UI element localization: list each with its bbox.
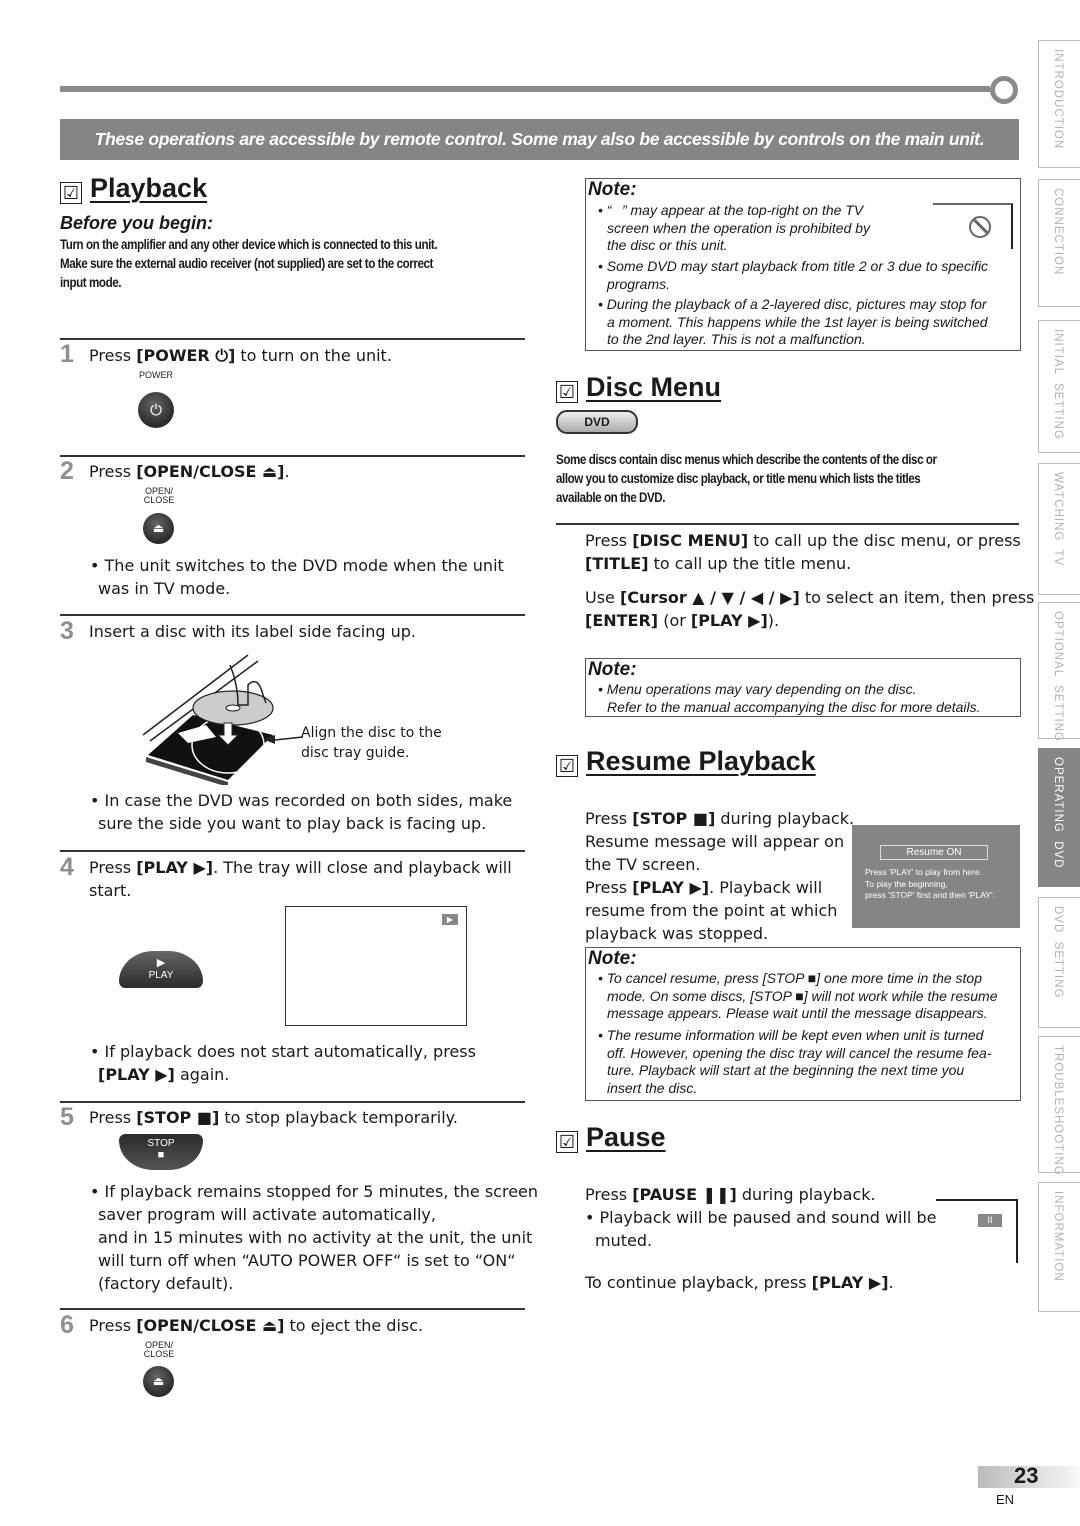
tab-operating-dvd[interactable]: OPERATING DVD	[1038, 748, 1080, 887]
tv-screen-illustration: ▶	[285, 906, 467, 1026]
play-indicator-icon: ▶	[442, 914, 458, 925]
divider	[556, 523, 1019, 525]
resume-screen-illustration: Resume ON Press 'PLAY' to play from here…	[852, 825, 1020, 928]
disc-insert-illustration	[142, 654, 304, 785]
step-number: 1	[60, 340, 74, 368]
language-label: EN	[996, 1492, 1015, 1507]
open-close-button-label: OPEN/CLOSE	[143, 1340, 175, 1359]
open-close-button-label: OPEN/CLOSE	[143, 486, 175, 505]
page-number: 23	[978, 1464, 1080, 1488]
step-4-bullet: • If playback does not start automatical…	[90, 1042, 476, 1084]
note-box-resume: Note: • To cancel resume, press [STOP ■]…	[585, 947, 1021, 1101]
header-rule	[60, 86, 990, 92]
dvd-badge: DVD	[556, 410, 638, 434]
pause-screen-illustration: II	[936, 1199, 1018, 1263]
tab-troubleshooting[interactable]: TROUBLESHOOTING	[1038, 1036, 1080, 1176]
power-button[interactable]: ⏻	[138, 392, 174, 428]
checkbox-icon: ☑	[60, 182, 82, 204]
tab-watching-tv[interactable]: WATCHING TV	[1038, 463, 1080, 595]
step-1-text: Press [POWER ⏻] to turn on the unit.	[89, 346, 392, 365]
checkbox-icon: ☑	[556, 755, 578, 777]
disc-menu-intro: Some discs contain disc menus which desc…	[556, 452, 937, 505]
divider	[60, 1308, 525, 1310]
pause-instructions: Press [PAUSE ❚❚] during playback. • Play…	[585, 1185, 937, 1250]
divider	[60, 1101, 525, 1103]
divider	[60, 455, 525, 457]
disc-tray-callout: Align the disc to the disc tray guide.	[301, 725, 442, 761]
stop-icon: ■	[157, 1149, 165, 1161]
note-box-disc-menu: Note: • Menu operations may vary dependi…	[585, 658, 1021, 717]
open-close-button[interactable]: ⏏	[143, 513, 174, 544]
before-you-begin-text: Turn on the amplifier and any other devi…	[60, 237, 438, 290]
step-number: 6	[60, 1311, 74, 1339]
tab-information[interactable]: INFORMATION	[1038, 1182, 1080, 1312]
resume-on-message: Resume ON	[880, 845, 988, 860]
step-number: 4	[60, 853, 74, 881]
step-2-bullet: • The unit switches to the DVD mode when…	[90, 556, 504, 598]
step-5-text: Press [STOP ■] to stop playback temporar…	[89, 1108, 458, 1127]
tab-dvd-setting[interactable]: DVD SETTING	[1038, 897, 1080, 1028]
power-icon: ⏻	[150, 401, 162, 419]
continue-playback-text: To continue playback, press [PLAY ▶].	[585, 1273, 894, 1292]
note-box-playback: Note: • “⃠” may appear at the top-right …	[585, 178, 1021, 351]
header-rule-knob	[990, 76, 1018, 104]
step-6-text: Press [OPEN/CLOSE ⏏] to eject the disc.	[89, 1316, 424, 1335]
power-button-label: POWER	[138, 370, 173, 380]
eject-icon: ⏏	[152, 1374, 165, 1388]
pause-indicator-icon: II	[978, 1214, 1002, 1227]
step-5-bullet: • If playback remains stopped for 5 minu…	[90, 1182, 539, 1293]
tab-initial-setting[interactable]: INITIAL SETTING	[1038, 320, 1080, 453]
step-number: 5	[60, 1103, 74, 1131]
open-close-button[interactable]: ⏏	[143, 1366, 174, 1397]
checkbox-icon: ☑	[556, 381, 578, 403]
tab-optional-setting[interactable]: OPTIONAL SETTING	[1038, 602, 1080, 742]
divider	[60, 850, 525, 852]
disc-menu-instruction-1: Press [DISC MENU] to call up the disc me…	[585, 531, 1021, 573]
play-icon: ▶	[156, 957, 166, 969]
tab-connection[interactable]: CONNECTION	[1038, 179, 1080, 307]
resume-instructions: Press [STOP ■] during playback. Resume m…	[585, 809, 855, 943]
step-3-text: Insert a disc with its label side facing…	[89, 622, 416, 641]
disc-menu-instruction-2: Use [Cursor ▲ / ▼ / ◀ / ▶] to select an …	[585, 588, 1035, 630]
pause-heading: ☑ Pause	[556, 1122, 666, 1153]
stop-button[interactable]: STOP ■	[119, 1134, 203, 1170]
disc-menu-heading: ☑ Disc Menu	[556, 372, 721, 403]
play-button[interactable]: ▶ PLAY	[119, 951, 203, 988]
divider	[60, 338, 525, 340]
eject-icon: ⏏	[152, 521, 165, 535]
step-3-bullet: • In case the DVD was recorded on both s…	[90, 791, 513, 833]
remote-control-banner: These operations are accessible by remot…	[60, 119, 1019, 160]
step-2-text: Press [OPEN/CLOSE ⏏].	[89, 462, 290, 481]
step-4-text: Press [PLAY ▶]. The tray will close and …	[89, 858, 512, 900]
playback-heading: ☑ Playback	[60, 173, 207, 204]
tv-corner-illustration	[933, 203, 1013, 249]
before-you-begin-heading: Before you begin:	[60, 213, 214, 233]
checkbox-icon: ☑	[556, 1131, 578, 1153]
prohibited-icon	[969, 216, 991, 238]
step-number: 2	[60, 457, 74, 485]
tab-introduction[interactable]: INTRODUCTION	[1038, 40, 1080, 168]
divider	[60, 614, 525, 616]
step-number: 3	[60, 617, 74, 645]
resume-playback-heading: ☑ Resume Playback	[556, 746, 816, 777]
